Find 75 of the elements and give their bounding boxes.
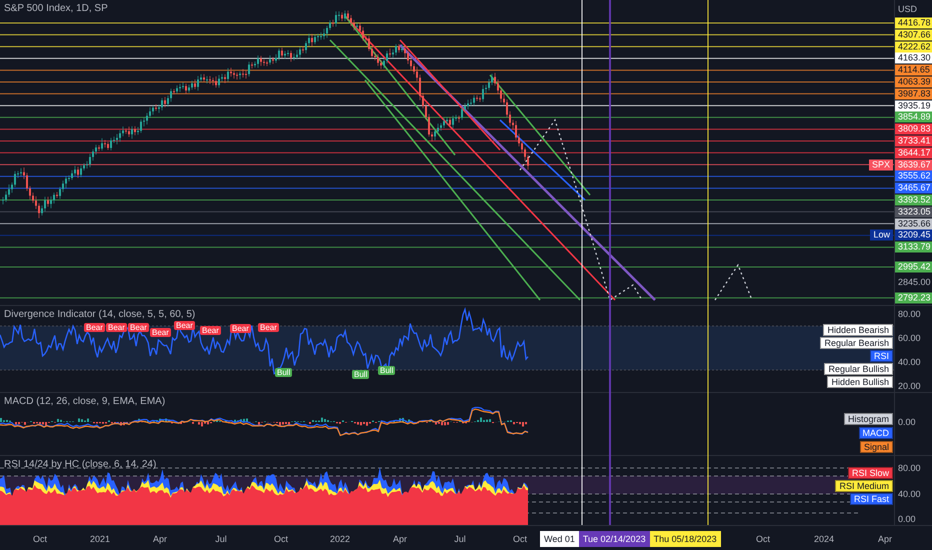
time-tick: Oct — [513, 534, 527, 544]
price-tick: 2845.00 — [898, 276, 931, 287]
series-tag: Regular Bullish — [824, 363, 893, 375]
value-tick: 20.00 — [898, 381, 921, 391]
time-tick: Jul — [215, 534, 227, 544]
price-tag: 2995.42 — [895, 262, 932, 273]
price-tag: 4307.66 — [895, 29, 932, 40]
price-tag: 3644.17 — [895, 147, 932, 158]
currency-label: USD — [898, 4, 918, 14]
price-tag: 2792.23 — [895, 292, 932, 304]
bear-marker: Bear — [174, 321, 195, 330]
series-tag: RSI Slow — [848, 467, 893, 479]
bear-marker: Bear — [128, 323, 149, 332]
series-tag: RSI Fast — [850, 493, 893, 505]
price-tag: 3323.05 — [895, 206, 932, 218]
price-tag: 3987.83 — [895, 88, 932, 100]
price-tag: 3639.67 — [895, 159, 932, 170]
value-tick: 40.00 — [898, 357, 921, 367]
time-tick: 2022 — [330, 534, 350, 544]
indicator-legend: RSI 14/24 by HC (close, 6, 14, 24) — [4, 459, 156, 470]
bull-marker: Bull — [352, 370, 370, 379]
time-tick: Apr — [393, 534, 407, 544]
time-tick: Jul — [454, 534, 466, 544]
time-tick: 2021 — [90, 534, 110, 544]
series-tag: Histogram — [844, 413, 893, 425]
bear-marker: Bear — [150, 328, 171, 337]
price-tag: 3555.62 — [895, 170, 932, 182]
price-tag: 3733.41 — [895, 136, 932, 146]
bull-marker: Bull — [275, 368, 292, 377]
price-line-label: Low — [870, 230, 893, 241]
time-tick: 2024 — [814, 534, 834, 544]
price-tag: 3809.83 — [895, 124, 932, 135]
time-tick: Oct — [274, 534, 288, 544]
price-tag: 3133.79 — [895, 242, 932, 253]
bear-marker: Bear — [106, 323, 127, 332]
indicator-legend: MACD (12, 26, close, 9, EMA, EMA) — [4, 396, 166, 407]
bear-marker: Bear — [258, 323, 279, 332]
bull-marker: Bull — [378, 366, 396, 375]
price-line-label: SPX — [868, 159, 893, 170]
value-tick: 0.00 — [898, 514, 916, 524]
bear-marker: Bear — [84, 323, 105, 332]
date-marker-tag: Wed 01 — [540, 531, 579, 547]
value-tick: 40.00 — [898, 488, 921, 498]
price-tag: 4063.39 — [895, 76, 932, 88]
value-tick: 0.00 — [898, 417, 916, 427]
price-tag: 3393.52 — [895, 194, 932, 206]
value-tick: 80.00 — [898, 463, 921, 473]
series-tag: MACD — [858, 427, 893, 439]
time-tick: Apr — [153, 534, 167, 544]
price-tag: 3854.89 — [895, 112, 932, 123]
price-tag: 4416.78 — [895, 18, 932, 28]
price-tag: 4163.30 — [895, 52, 932, 64]
value-tick: 60.00 — [898, 333, 921, 343]
bear-marker: Bear — [230, 324, 251, 333]
series-tag: RSI Medium — [835, 480, 893, 492]
time-tick: Apr — [878, 534, 892, 544]
price-tag: 3235.66 — [895, 218, 932, 230]
time-tick: Oct — [756, 534, 770, 544]
time-tick: Oct — [33, 534, 47, 544]
price-tag: 4222.62 — [895, 41, 932, 52]
series-tag: Signal — [860, 441, 893, 453]
bear-marker: Bear — [200, 326, 221, 335]
value-tick: 80.00 — [898, 309, 921, 319]
date-marker-tag: Thu 05/18/2023 — [650, 531, 721, 547]
series-tag: Hidden Bullish — [827, 376, 893, 388]
series-tag: Hidden Bearish — [823, 324, 893, 336]
chart-title: S&P 500 Index, 1D, SP — [4, 3, 108, 14]
series-tag: Regular Bearish — [820, 337, 893, 349]
price-tag: 3935.19 — [895, 100, 932, 112]
series-tag: RSI — [870, 350, 893, 362]
date-marker-tag: Tue 02/14/2023 — [578, 531, 650, 547]
indicator-legend: Divergence Indicator (14, close, 5, 5, 60, 5) — [4, 309, 196, 320]
price-tag: 4114.65 — [895, 64, 932, 76]
price-tag: 3209.45 — [895, 230, 932, 241]
price-tag: 3465.67 — [895, 182, 932, 194]
